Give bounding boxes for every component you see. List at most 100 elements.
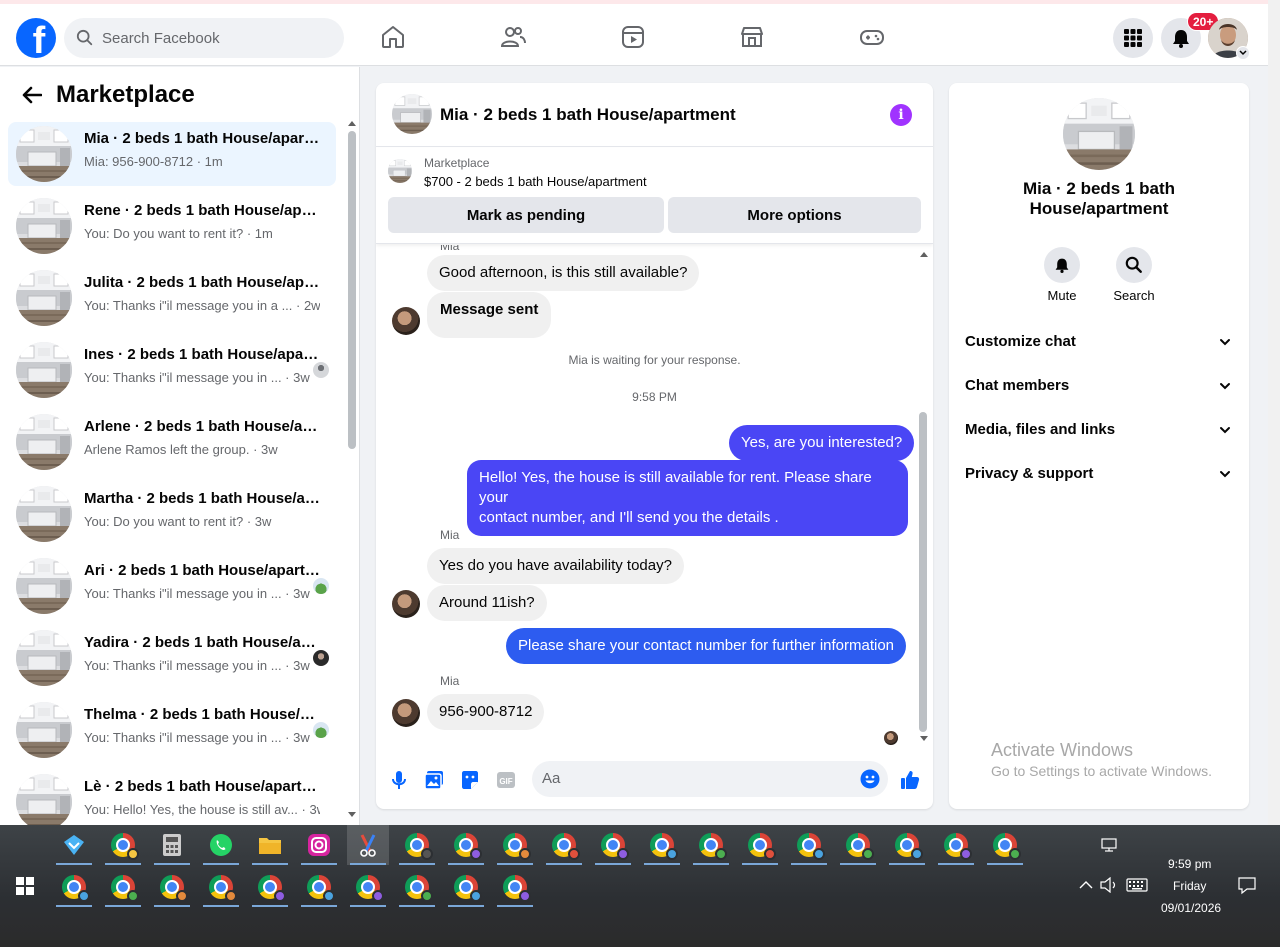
contact-avatar[interactable] <box>392 590 420 618</box>
info-section-customize-chat[interactable]: Customize chat <box>957 321 1241 365</box>
taskbar-app-chrome-profile[interactable] <box>151 867 193 907</box>
mark-as-pending-button[interactable]: Mark as pending <box>388 197 664 233</box>
facebook-logo[interactable]: f <box>16 18 56 58</box>
taskbar-app-calculator[interactable] <box>151 825 193 865</box>
video-icon[interactable] <box>620 24 646 50</box>
conversation-item[interactable]: Lè · 2 beds 1 bath House/apartment You: H… <box>8 770 336 825</box>
taskbar-day[interactable]: Friday <box>1173 879 1206 893</box>
conversation-item[interactable]: Yadira · 2 beds 1 bath House/apartment Yo… <box>8 626 336 690</box>
listing-large-thumbnail[interactable] <box>1063 98 1135 170</box>
taskbar-app-chrome-profile[interactable] <box>543 825 585 865</box>
taskbar-app-chrome-profile[interactable] <box>249 867 291 907</box>
taskbar-app-chrome-profile[interactable] <box>886 825 928 865</box>
conversation-item[interactable]: Ari · 2 beds 1 bath House/apartment You: … <box>8 554 336 618</box>
thumbs-up-icon[interactable] <box>899 769 921 791</box>
listing-price-title[interactable]: $700 - 2 beds 1 bath House/apartment <box>424 174 647 189</box>
taskbar-app-whatsapp[interactable] <box>200 825 242 865</box>
more-options-button[interactable]: More options <box>668 197 921 233</box>
account-menu-chevron[interactable] <box>1236 46 1250 60</box>
info-section-privacy-support[interactable]: Privacy & support <box>957 453 1241 497</box>
conversation-title: Ari · 2 beds 1 bath House/apartment <box>84 562 320 579</box>
message-scroll-down-icon[interactable] <box>919 735 929 743</box>
mute-action[interactable]: Mute <box>1032 247 1092 303</box>
incoming-message[interactable]: 956-900-8712 <box>427 694 545 730</box>
taskbar-app-chrome-profile[interactable] <box>298 867 340 907</box>
taskbar-app-file-explorer[interactable] <box>249 825 291 865</box>
taskbar-app-chrome-profile[interactable] <box>984 825 1026 865</box>
chat-listing-thumbnail[interactable] <box>392 94 432 134</box>
friends-icon[interactable] <box>500 24 526 50</box>
message-thread[interactable]: Mia Good afternoon, is this still availa… <box>376 245 933 745</box>
contact-avatar[interactable] <box>392 699 420 727</box>
emoji-icon[interactable] <box>860 769 880 789</box>
info-icon[interactable]: i <box>890 104 912 126</box>
conversation-item[interactable]: Ines · 2 beds 1 bath House/apartment You:… <box>8 338 336 402</box>
incoming-message[interactable]: Message sent <box>427 292 552 338</box>
action-center-icon[interactable] <box>1238 877 1256 895</box>
conversation-item[interactable]: Martha · 2 beds 1 bath House/apartment Yo… <box>8 482 336 546</box>
chevron-up-icon[interactable] <box>1079 880 1093 890</box>
scroll-down-arrow-icon[interactable] <box>347 811 357 819</box>
conversation-item[interactable]: Arlene · 2 beds 1 bath House/apartment Ar… <box>8 410 336 474</box>
keyboard-icon[interactable] <box>1126 878 1148 892</box>
scroll-up-arrow-icon[interactable] <box>347 119 357 127</box>
search-facebook-input[interactable]: Search Facebook <box>64 18 344 58</box>
taskbar-app-chrome-profile[interactable] <box>494 825 536 865</box>
listing-mini-thumbnail[interactable] <box>388 159 412 183</box>
message-scroll-up-icon[interactable] <box>919 250 929 258</box>
conversation-item[interactable]: Mia · 2 beds 1 bath House/apartment Mia: … <box>8 122 336 186</box>
sidebar-scrollbar-thumb[interactable] <box>348 131 356 449</box>
taskbar-date[interactable]: 09/01/2026 <box>1161 901 1221 915</box>
info-section-media-files-and-links[interactable]: Media, files and links <box>957 409 1241 453</box>
taskbar-time[interactable]: 9:59 pm <box>1168 857 1211 871</box>
taskbar-app-chrome-profile[interactable] <box>494 867 536 907</box>
incoming-message[interactable]: Around 11ish? <box>427 585 547 621</box>
windows-start-icon[interactable] <box>16 877 34 895</box>
marketplace-icon[interactable] <box>739 24 765 50</box>
taskbar-app-chrome-profile[interactable] <box>935 825 977 865</box>
sticker-icon[interactable] <box>459 769 481 791</box>
taskbar-app-chrome-profile[interactable] <box>690 825 732 865</box>
menu-grid-button[interactable] <box>1113 18 1153 58</box>
taskbar-app-copilot[interactable] <box>53 825 95 865</box>
taskbar-app-snipping-tool[interactable] <box>347 825 389 865</box>
taskbar-app-chrome-profile[interactable] <box>641 825 683 865</box>
incoming-message[interactable]: Good afternoon, is this still available? <box>427 255 700 291</box>
message-input[interactable]: Aa <box>532 761 888 797</box>
page-scrollbar[interactable] <box>1268 0 1280 825</box>
search-in-conversation-action[interactable]: Search <box>1104 247 1164 303</box>
conversation-item[interactable]: Julita · 2 beds 1 bath House/apartment Yo… <box>8 266 336 330</box>
taskbar-app-chrome-profile[interactable] <box>102 867 144 907</box>
microphone-icon[interactable] <box>388 769 410 791</box>
home-icon[interactable] <box>380 24 406 50</box>
taskbar-app-chrome-profile[interactable] <box>837 825 879 865</box>
network-icon[interactable] <box>1101 838 1119 852</box>
image-icon[interactable] <box>423 769 445 791</box>
chat-title[interactable]: Mia · 2 beds 1 bath House/apartment <box>440 105 736 125</box>
taskbar-app-browser[interactable] <box>102 825 144 865</box>
outgoing-message[interactable]: Please share your contact number for fur… <box>506 628 907 664</box>
gif-icon[interactable]: GIF <box>495 769 517 791</box>
volume-icon[interactable] <box>1100 877 1118 893</box>
taskbar-app-chrome-profile[interactable] <box>347 867 389 907</box>
taskbar-app-chrome-profile[interactable] <box>396 867 438 907</box>
taskbar-app-chrome-profile[interactable] <box>200 867 242 907</box>
back-button[interactable] <box>16 79 48 111</box>
taskbar-app-chrome-profile[interactable] <box>788 825 830 865</box>
taskbar-app-chrome-profile[interactable] <box>739 825 781 865</box>
contact-avatar[interactable] <box>392 307 420 335</box>
taskbar-app-chrome-profile[interactable] <box>445 825 487 865</box>
conversation-item[interactable]: Thelma · 2 beds 1 bath House/apartment Yo… <box>8 698 336 762</box>
message-scrollbar-thumb[interactable] <box>919 412 927 732</box>
taskbar-app-chrome-profile[interactable] <box>592 825 634 865</box>
conversation-item[interactable]: Rene · 2 beds 1 bath House/apartment You:… <box>8 194 336 258</box>
outgoing-message[interactable]: Yes, are you interested? <box>729 425 915 461</box>
taskbar-app-instagram[interactable] <box>298 825 340 865</box>
taskbar-app-chrome-profile[interactable] <box>445 867 487 907</box>
taskbar-app-chrome-profile[interactable] <box>396 825 438 865</box>
taskbar-app-chrome-profile[interactable] <box>53 867 95 907</box>
incoming-message[interactable]: Yes do you have availability today? <box>427 548 684 584</box>
info-section-chat-members[interactable]: Chat members <box>957 365 1241 409</box>
gaming-icon[interactable] <box>859 24 885 50</box>
outgoing-message[interactable]: Hello! Yes, the house is still available… <box>467 460 908 536</box>
